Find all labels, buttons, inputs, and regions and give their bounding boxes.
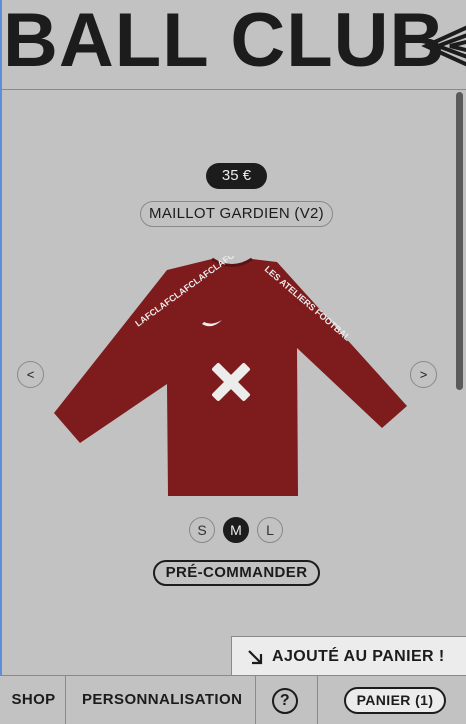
size-option-l[interactable]: L [257,517,283,543]
brand-logo-icon[interactable] [420,20,466,72]
added-to-cart-toast[interactable]: AJOUTÉ AU PANIER ! [231,636,466,676]
bottom-navigation: SHOP PERSONNALISATION ? PANIER (1) [0,675,466,724]
jersey-image: LAFCLAFCLAFCLAFCLAFC LES ATELIERS FOOTBA… [52,256,407,496]
preorder-button[interactable]: PRÉ-COMMANDER [153,560,320,586]
size-option-s[interactable]: S [189,517,215,543]
previous-product-button[interactable]: < [17,361,44,388]
next-product-button[interactable]: > [410,361,437,388]
price-badge: 35 € [206,163,267,189]
brand-title[interactable]: BALL CLUB [3,0,445,86]
scrollbar-thumb[interactable] [456,92,463,390]
arrow-down-right-icon [248,650,263,665]
nav-personalisation[interactable]: PERSONNALISATION [66,676,256,724]
cart-button[interactable]: PANIER (1) [344,687,446,714]
nav-shop[interactable]: SHOP [2,676,66,724]
site-header: BALL CLUB [0,0,466,90]
nav-help[interactable]: ? [256,676,318,724]
product-name-pill: MAILLOT GARDIEN (V2) [140,201,333,227]
help-icon: ? [272,688,298,714]
toast-message: AJOUTÉ AU PANIER ! [272,648,445,665]
size-selector: S M L [188,517,288,544]
size-option-m[interactable]: M [223,517,249,543]
